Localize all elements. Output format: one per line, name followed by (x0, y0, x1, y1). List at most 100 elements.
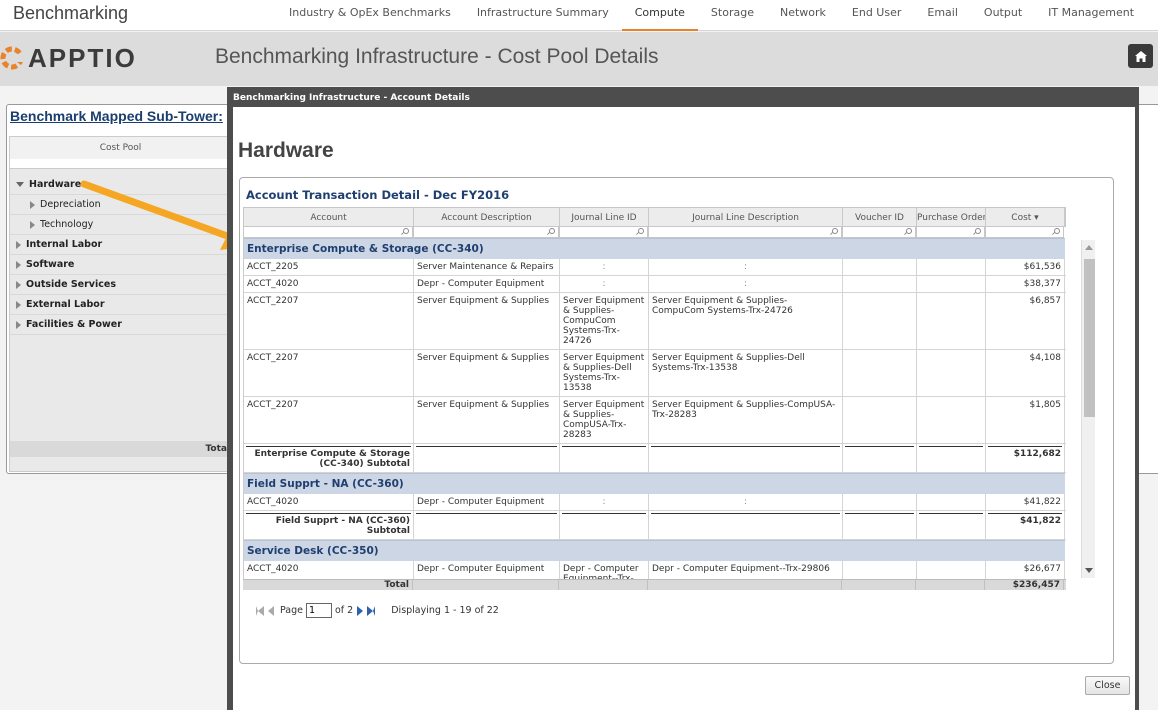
cell-account: ACCT_2207 (244, 350, 414, 396)
nav-tab-end-user[interactable]: End User (839, 0, 914, 31)
bg-total-label: Tota (10, 441, 231, 457)
tree-item-technology[interactable]: Technology (10, 215, 231, 235)
column-header-po[interactable]: Purchase Order (917, 208, 986, 226)
nav-tab-industry-opex-benchmarks[interactable]: Industry & OpEx Benchmarks (276, 0, 464, 31)
grid-vertical-scrollbar[interactable] (1081, 240, 1095, 578)
cell-desc: Depr - Computer Equipment (414, 561, 560, 579)
cell-desc: Server Equipment & Supplies (414, 293, 560, 349)
subtotal-cell (843, 444, 917, 472)
column-filter-cost[interactable] (985, 227, 1064, 238)
cell-voucher (843, 494, 917, 510)
sub-tower-title[interactable]: Benchmark Mapped Sub-Tower: (10, 108, 223, 124)
cell-jl_id: Depr - Computer Equipment--Trx-29806 (560, 561, 649, 579)
column-filter-jl_id[interactable] (559, 227, 648, 238)
cell-jl_id: : (560, 276, 649, 292)
expand-right-icon[interactable] (16, 260, 21, 269)
nav-tab-compute[interactable]: Compute (621, 0, 698, 31)
nav-tab-storage[interactable]: Storage (698, 0, 767, 31)
cell-po (917, 293, 986, 349)
table-row[interactable]: ACCT_2207 Server Equipment & Supplies Serv… (244, 293, 1066, 350)
table-row[interactable]: ACCT_2205 Server Maintenance & Repairs:: $… (244, 259, 1066, 276)
subtotal-cell (917, 444, 986, 472)
table-row[interactable]: ACCT_2207 Server Equipment & Supplies Serv… (244, 350, 1066, 397)
prev-page-icon[interactable] (268, 605, 274, 616)
tree-item-external-labor[interactable]: External Labor (10, 295, 231, 315)
column-filter-voucher[interactable] (842, 227, 916, 238)
scroll-thumb[interactable] (1084, 259, 1095, 417)
column-header-jl_id[interactable]: Journal Line ID (560, 208, 649, 226)
column-filter-account[interactable] (243, 227, 413, 238)
tree-item-hardware[interactable]: Hardware (10, 175, 231, 195)
cost-pool-column-header[interactable]: Cost Pool (10, 137, 231, 159)
scroll-up-icon[interactable] (1085, 245, 1093, 250)
filter-search-icon (906, 228, 912, 234)
tree-item-software[interactable]: Software (10, 255, 231, 275)
column-filter-jl_desc[interactable] (648, 227, 842, 238)
home-icon (1134, 50, 1147, 62)
nav-tab-network[interactable]: Network (767, 0, 839, 31)
nav-tab-output[interactable]: Output (971, 0, 1035, 31)
tree-item-facilities-power[interactable]: Facilities & Power (10, 315, 231, 335)
scroll-down-icon[interactable] (1085, 568, 1093, 573)
cost-pool-filter[interactable] (10, 159, 231, 169)
cell-jl_id: Server Equipment & Supplies-CompuCom Sys… (560, 293, 649, 349)
next-page-icon[interactable] (357, 605, 364, 616)
page-title: Benchmarking Infrastructure - Cost Pool … (215, 45, 659, 68)
column-header-cost[interactable]: Cost ▾ (986, 208, 1065, 226)
cell-jl_id: : (560, 259, 649, 275)
last-page-icon[interactable] (367, 605, 376, 616)
cell-account: ACCT_4020 (244, 494, 414, 510)
group-header[interactable]: Field Supprt - NA (CC-360) (244, 473, 1065, 494)
total-value: $236,457 (985, 580, 1064, 590)
nav-tab-email[interactable]: Email (914, 0, 971, 31)
cell-cost: $38,377 (986, 276, 1065, 292)
panel-title: Account Transaction Detail - Dec FY2016 (246, 188, 510, 202)
column-header-desc[interactable]: Account Description (414, 208, 560, 226)
column-header-account[interactable]: Account (244, 208, 414, 226)
expand-right-icon[interactable] (16, 300, 21, 309)
expand-right-icon[interactable] (16, 320, 21, 329)
column-filter-po[interactable] (916, 227, 985, 238)
filter-search-icon (832, 228, 838, 234)
page-number-input[interactable] (306, 603, 332, 618)
subtotal-cell (560, 444, 649, 472)
page-header: APPTIO Benchmarking Infrastructure - Cos… (0, 32, 1158, 86)
tree-item-internal-labor[interactable]: Internal Labor (10, 235, 231, 255)
home-button[interactable] (1128, 44, 1153, 68)
tree-item-depreciation[interactable]: Depreciation (10, 195, 231, 215)
close-button[interactable]: Close (1085, 676, 1130, 695)
apptio-gear-icon (0, 46, 26, 70)
column-header-jl_desc[interactable]: Journal Line Description (649, 208, 843, 226)
expand-right-icon[interactable] (30, 220, 35, 229)
table-row[interactable]: ACCT_4020 Depr - Computer Equipment:: $38,… (244, 276, 1066, 293)
table-row[interactable]: ACCT_2207 Server Equipment & Supplies Serv… (244, 397, 1066, 444)
first-page-icon[interactable] (256, 605, 264, 616)
nav-tab-it-management[interactable]: IT Management (1035, 0, 1147, 31)
app-brand: Benchmarking (13, 3, 129, 23)
group-header[interactable]: Enterprise Compute & Storage (CC-340) (244, 238, 1065, 259)
nav-tab-infrastructure-summary[interactable]: Infrastructure Summary (464, 0, 622, 31)
background-right-panel-edge (1138, 104, 1158, 474)
total-label: Total (243, 580, 413, 590)
tree-item-label: Facilities & Power (26, 319, 122, 330)
expand-right-icon[interactable] (16, 280, 21, 289)
grid-body[interactable]: Enterprise Compute & Storage (CC-340) ACC… (243, 238, 1066, 579)
cell-voucher (843, 293, 917, 349)
column-header-voucher[interactable]: Voucher ID (843, 208, 917, 226)
expand-right-icon[interactable] (16, 240, 21, 249)
column-filter-desc[interactable] (413, 227, 559, 238)
table-row[interactable]: ACCT_4020 Depr - Computer Equipment:: $41,… (244, 494, 1066, 511)
cell-cost: $41,822 (986, 494, 1065, 510)
expand-down-icon[interactable] (16, 182, 24, 187)
group-header[interactable]: Service Desk (CC-350) (244, 540, 1065, 561)
cell-account: ACCT_4020 (244, 276, 414, 292)
page-of-label: of 2 (335, 605, 354, 616)
expand-right-icon[interactable] (30, 200, 35, 209)
tree-item-outside-services[interactable]: Outside Services (10, 275, 231, 295)
cell-po (917, 276, 986, 292)
modal-title[interactable]: Benchmarking Infrastructure - Account De… (233, 93, 470, 103)
cell-jl_id: Server Equipment & Supplies-CompUSA-Trx-… (560, 397, 649, 443)
subtotal-cell (649, 511, 843, 539)
cell-voucher (843, 350, 917, 396)
table-row[interactable]: ACCT_4020 Depr - Computer Equipment Depr -… (244, 561, 1066, 579)
